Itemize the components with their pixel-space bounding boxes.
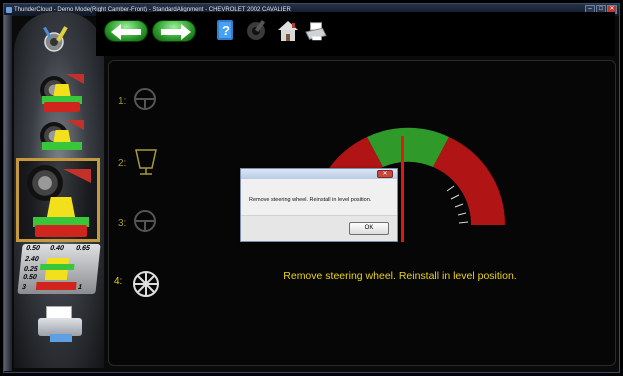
- back-arrow-icon: [111, 24, 141, 40]
- print-icon[interactable]: [304, 18, 328, 44]
- car-axle-icon: [42, 142, 82, 150]
- sidebar-item-print[interactable]: [32, 304, 88, 344]
- back-button[interactable]: [104, 20, 148, 42]
- steering-wheel-icon: [134, 88, 156, 110]
- spec-axle-icon: [39, 264, 75, 270]
- tools-icon: [43, 26, 68, 52]
- printer-output-icon: [50, 334, 72, 342]
- sidebar-item-camber-2[interactable]: [34, 116, 86, 160]
- spec-value: 0.40: [49, 245, 65, 252]
- spec-value: 0.65: [75, 245, 91, 252]
- camber-wedge-icon: [66, 74, 84, 84]
- spec-value: 3: [21, 284, 27, 291]
- ok-button[interactable]: OK: [349, 222, 389, 235]
- app-icon: [6, 7, 12, 13]
- car-bumper-icon: [44, 102, 80, 112]
- spec-value: 0.50: [22, 274, 38, 281]
- steering-lock-icon: [135, 149, 157, 175]
- wheel-rim-icon: [133, 271, 159, 297]
- help-book-icon[interactable]: ?: [214, 18, 238, 44]
- step-number: 1:: [118, 96, 127, 107]
- gauge-needle: [401, 136, 404, 242]
- forward-button[interactable]: [152, 20, 196, 42]
- dialog-message: Remove steering wheel. Reinstall in leve…: [249, 197, 372, 203]
- instruction-text: Remove steering wheel. Reinstall in leve…: [283, 270, 517, 282]
- spec-value: 0.25: [23, 266, 38, 273]
- sidebar-item-tools[interactable]: [34, 20, 86, 64]
- step-number: 2:: [118, 158, 127, 169]
- dialog-close-button[interactable]: ✕: [377, 170, 393, 178]
- step-number-active: 4:: [114, 276, 123, 287]
- message-dialog: ✕ Remove steering wheel. Reinstall in le…: [240, 168, 398, 242]
- car-bumper-icon: [35, 225, 87, 237]
- spec-value: 1: [77, 284, 83, 291]
- dialog-title-bar: ✕: [241, 169, 397, 179]
- sidebar-item-camber-selected[interactable]: [16, 158, 100, 242]
- sidebar-item-specs[interactable]: 0.50 0.40 0.65 2.40 0.25 0.50 3 1: [17, 244, 101, 294]
- left-edge-strip: [4, 15, 12, 371]
- forward-arrow-icon: [161, 24, 191, 40]
- spec-value: 0.50: [25, 245, 41, 252]
- steering-wheel-icon: [134, 210, 156, 232]
- spec-bumper-icon: [35, 282, 77, 290]
- camber-wedge-icon: [63, 169, 91, 183]
- step-number: 3:: [118, 218, 127, 229]
- sidebar: 0.50 0.40 0.65 2.40 0.25 0.50 3 1: [14, 12, 104, 368]
- camber-wedge-icon: [66, 120, 84, 130]
- wheel-icon: [27, 165, 63, 201]
- home-icon[interactable]: [276, 18, 300, 44]
- settings-disabled-icon[interactable]: [244, 18, 268, 44]
- dialog-footer: OK: [241, 215, 397, 241]
- sidebar-item-camber-1[interactable]: [34, 70, 86, 114]
- spec-value: 2.40: [24, 256, 39, 263]
- svg-text:?: ?: [222, 23, 230, 38]
